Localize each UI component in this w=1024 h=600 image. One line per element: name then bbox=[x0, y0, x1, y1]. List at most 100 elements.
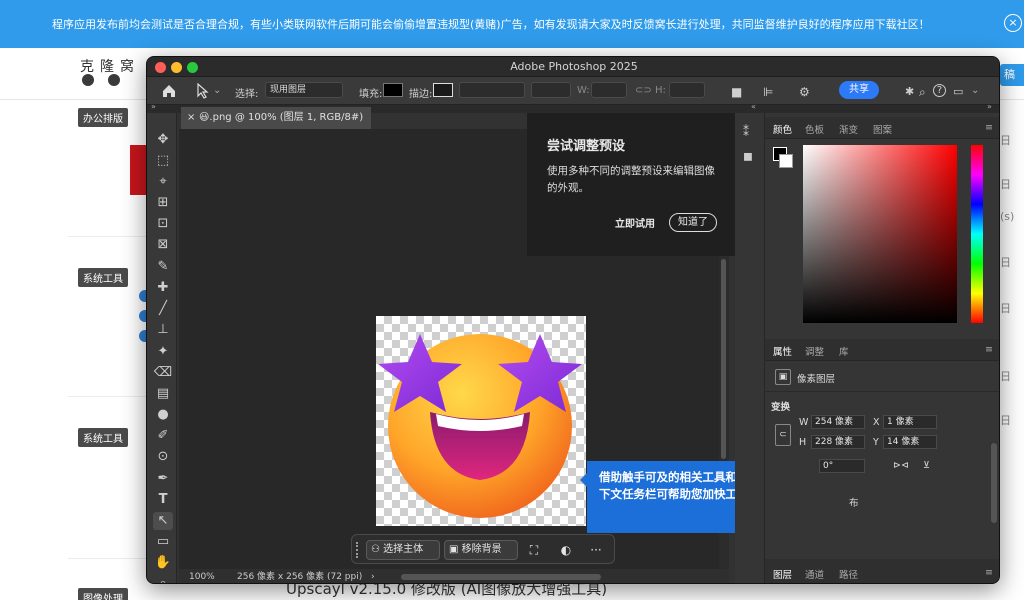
path-ops-icon[interactable]: ■ bbox=[731, 85, 742, 99]
drag-handle[interactable] bbox=[356, 542, 359, 558]
home-icon[interactable] bbox=[161, 83, 177, 99]
angle-field[interactable]: 0° bbox=[819, 459, 865, 473]
move-tool-icon[interactable] bbox=[195, 83, 209, 99]
layer-select-dropdown[interactable]: 现用图层 bbox=[265, 82, 343, 98]
history-brush-tool[interactable]: ✦ bbox=[153, 343, 173, 361]
collapse-icon[interactable]: » bbox=[987, 102, 992, 111]
eyedropper-tool[interactable]: ✎ bbox=[153, 258, 173, 276]
close-tab-icon[interactable]: × bbox=[187, 107, 195, 129]
tab-gradients[interactable]: 渐变 bbox=[839, 122, 858, 136]
workspace-icon[interactable]: ▭ bbox=[953, 85, 963, 98]
flip-vertical-icon[interactable]: ⊻ bbox=[923, 460, 930, 471]
collapse-icon[interactable]: « bbox=[751, 102, 756, 111]
help-icon[interactable]: ? bbox=[933, 84, 946, 97]
height-input[interactable] bbox=[669, 82, 705, 98]
frame-tool[interactable]: ⊠ bbox=[153, 236, 173, 254]
w-label: W: bbox=[577, 85, 590, 96]
share-button[interactable]: 共享 bbox=[839, 81, 879, 99]
more-options-icon[interactable]: ··· bbox=[588, 541, 604, 559]
document-info[interactable]: 256 像素 x 256 像素 (72 ppi) bbox=[237, 569, 362, 583]
width-input[interactable] bbox=[591, 82, 627, 98]
horizontal-scrollbar[interactable] bbox=[401, 574, 601, 580]
marquee-tool[interactable]: ⬚ bbox=[153, 152, 173, 170]
document-tab[interactable]: × 😃.png @ 100% (图层 1, RGB/8#) bbox=[181, 107, 371, 129]
tab-patterns[interactable]: 图案 bbox=[873, 122, 892, 136]
category-tag[interactable]: 系统工具 bbox=[78, 428, 128, 447]
divider bbox=[68, 236, 148, 237]
panel-menu-icon[interactable]: ≡ bbox=[985, 122, 993, 133]
width-field[interactable]: 254 像素 bbox=[811, 415, 865, 429]
transform-icon[interactable]: ⛶ bbox=[526, 541, 542, 559]
zoom-level[interactable]: 100% bbox=[189, 569, 215, 583]
title-bar: Adobe Photoshop 2025 bbox=[147, 57, 999, 77]
tab-layers[interactable]: 图层 bbox=[773, 567, 792, 581]
height-field[interactable]: 228 像素 bbox=[811, 435, 865, 449]
arrange-icon[interactable]: ⚙ bbox=[799, 85, 810, 99]
blur-tool[interactable]: ● bbox=[153, 406, 173, 424]
comments-icon[interactable]: ◼ bbox=[743, 149, 753, 163]
adjustment-presets-icon[interactable]: ⁑ bbox=[743, 125, 749, 139]
type-tool[interactable]: T bbox=[153, 491, 173, 509]
gradient-tool[interactable]: ▤ bbox=[153, 385, 173, 403]
close-icon[interactable]: × bbox=[1004, 14, 1022, 32]
rectangle-tool[interactable]: ▭ bbox=[153, 533, 173, 551]
eraser-tool[interactable]: ⌫ bbox=[153, 364, 173, 382]
move-tool[interactable]: ✥ bbox=[153, 131, 173, 149]
document-image[interactable] bbox=[376, 316, 586, 526]
chevron-down-icon[interactable]: ⌄ bbox=[971, 85, 979, 96]
flip-horizontal-icon[interactable]: ⊳⊲ bbox=[893, 460, 909, 471]
tab-color[interactable]: 颜色 bbox=[773, 122, 792, 136]
panel-menu-icon[interactable]: ≡ bbox=[985, 344, 993, 355]
stroke-swatch[interactable] bbox=[433, 83, 453, 97]
stroke-width-dropdown[interactable] bbox=[459, 82, 525, 98]
category-tag[interactable]: 办公排版 bbox=[78, 108, 128, 127]
tab-paths[interactable]: 路径 bbox=[839, 567, 858, 581]
path-select-tool[interactable]: ↖ bbox=[153, 512, 173, 530]
hue-slider[interactable] bbox=[971, 145, 983, 323]
settings-icon[interactable]: ✱ bbox=[905, 85, 914, 98]
hand-tool[interactable]: ✋ bbox=[153, 554, 173, 572]
category-tag[interactable]: 系统工具 bbox=[78, 268, 128, 287]
properties-scrollbar[interactable] bbox=[991, 443, 997, 523]
smudge-tool[interactable]: ✐ bbox=[153, 427, 173, 445]
dodge-tool[interactable]: ⊙ bbox=[153, 448, 173, 466]
clone-stamp-tool[interactable]: ⊥ bbox=[153, 321, 173, 339]
try-now-button[interactable]: 立即试用 bbox=[615, 215, 655, 230]
link-icon[interactable]: ⊂⊃ bbox=[635, 85, 652, 96]
search-icon[interactable]: ⌕ bbox=[919, 85, 926, 100]
site-nav-button[interactable]: 稿 bbox=[1000, 64, 1024, 86]
chevron-down-icon[interactable]: ⌄ bbox=[213, 85, 221, 96]
site-logo[interactable]: 克隆窝 bbox=[80, 56, 140, 76]
tab-channels[interactable]: 通道 bbox=[805, 567, 824, 581]
thumbnail-image[interactable] bbox=[130, 145, 146, 195]
x-field[interactable]: 1 像素 bbox=[883, 415, 937, 429]
object-select-tool[interactable]: ⊞ bbox=[153, 194, 173, 212]
align-icon[interactable]: ⊫ bbox=[763, 85, 773, 99]
expand-icon[interactable]: » bbox=[151, 102, 156, 111]
pen-tool[interactable]: ✒ bbox=[153, 470, 173, 488]
stroke-type-dropdown[interactable] bbox=[531, 82, 571, 98]
healing-brush-tool[interactable]: ✚ bbox=[153, 279, 173, 297]
adjustment-icon[interactable]: ◐ bbox=[558, 541, 574, 559]
chevron-right-icon[interactable]: › bbox=[371, 569, 375, 583]
background-color[interactable] bbox=[779, 154, 793, 168]
got-it-button[interactable]: 知道了 bbox=[669, 213, 717, 232]
tab-libraries[interactable]: 库 bbox=[839, 344, 849, 358]
panel-menu-icon[interactable]: ≡ bbox=[985, 567, 993, 578]
tab-swatches[interactable]: 色板 bbox=[805, 122, 824, 136]
category-tag[interactable]: 图像处理 bbox=[78, 588, 128, 600]
crop-tool[interactable]: ⊡ bbox=[153, 215, 173, 233]
tab-properties[interactable]: 属性 bbox=[773, 344, 792, 358]
color-field[interactable] bbox=[803, 145, 957, 323]
fill-swatch[interactable] bbox=[383, 83, 403, 97]
remove-background-button[interactable]: ▣ 移除背景 bbox=[444, 540, 518, 560]
link-dimensions-icon[interactable]: ⊂ bbox=[775, 424, 791, 446]
tab-adjustments[interactable]: 调整 bbox=[805, 344, 824, 358]
lasso-tool[interactable]: ⌖ bbox=[153, 173, 173, 191]
y-field[interactable]: 14 像素 bbox=[883, 435, 937, 449]
zoom-tool[interactable]: ⌕ bbox=[153, 575, 173, 583]
brush-tool[interactable]: ╱ bbox=[153, 300, 173, 318]
select-subject-button[interactable]: ⚇ 选择主体 bbox=[366, 540, 440, 560]
select-subject-label: 选择主体 bbox=[383, 544, 424, 555]
transform-section[interactable]: 变换 bbox=[771, 399, 790, 413]
